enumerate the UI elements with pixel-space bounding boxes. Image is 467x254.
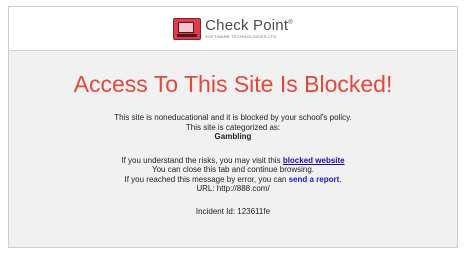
report-period: . bbox=[339, 174, 342, 184]
send-report-link[interactable]: send a report bbox=[289, 175, 340, 184]
header-bar: Check Point® SOFTWARE TECHNOLOGIES LTD. bbox=[9, 7, 457, 51]
url-line: URL: http://888.com/ bbox=[196, 184, 270, 193]
incident-id: Incident Id: 123611fe bbox=[195, 206, 271, 216]
blocked-website-link[interactable]: blocked website bbox=[283, 156, 345, 165]
brand-tagline: SOFTWARE TECHNOLOGIES LTD. bbox=[205, 34, 278, 39]
options-section: If you understand the risks, you may vis… bbox=[9, 156, 457, 194]
category-label: This site is categorized as: bbox=[185, 122, 281, 132]
block-reason: This site is noneducational and it is bl… bbox=[9, 113, 457, 142]
reason-line: This site is noneducational and it is bl… bbox=[114, 113, 352, 122]
page-title: Access To This Site Is Blocked! bbox=[73, 71, 393, 97]
category-value: Gambling bbox=[214, 132, 252, 141]
visit-prefix: If you understand the risks, you may vis… bbox=[121, 155, 281, 165]
block-page: Check Point® SOFTWARE TECHNOLOGIES LTD. … bbox=[8, 6, 458, 248]
report-prefix: If you reached this message by error, yo… bbox=[124, 174, 287, 184]
checkpoint-logo-icon bbox=[173, 17, 202, 40]
brand-name: Check Point bbox=[205, 17, 289, 34]
brand-logo: Check Point® SOFTWARE TECHNOLOGIES LTD. bbox=[173, 17, 293, 40]
close-tab-text: You can close this tab and continue brow… bbox=[151, 165, 315, 174]
